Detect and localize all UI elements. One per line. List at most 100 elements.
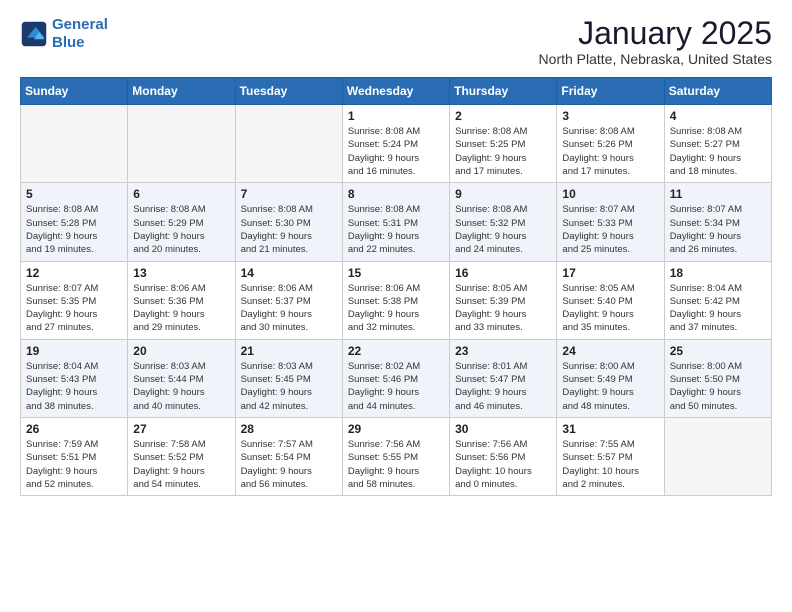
week-row-5: 26 Sunrise: 7:59 AM Sunset: 5:51 PM Dayli… [21,417,772,495]
day-info: Sunrise: 8:08 AM Sunset: 5:31 PM Dayligh… [348,203,444,256]
week-row-3: 12 Sunrise: 8:07 AM Sunset: 5:35 PM Dayli… [21,261,772,339]
day-number: 30 [455,422,551,436]
day-number: 7 [241,187,337,201]
day-info: Sunrise: 8:08 AM Sunset: 5:26 PM Dayligh… [562,125,658,178]
calendar-cell [235,105,342,183]
calendar-cell: 4 Sunrise: 8:08 AM Sunset: 5:27 PM Daylig… [664,105,771,183]
calendar-cell: 28 Sunrise: 7:57 AM Sunset: 5:54 PM Dayli… [235,417,342,495]
day-number: 26 [26,422,122,436]
calendar-cell [128,105,235,183]
calendar-cell: 24Sunrise: 8:00 AM Sunset: 5:49 PM Dayli… [557,339,664,417]
weekday-header-friday: Friday [557,78,664,105]
day-number: 21 [241,344,337,358]
day-info: Sunrise: 8:07 AM Sunset: 5:33 PM Dayligh… [562,203,658,256]
day-info: Sunrise: 8:08 AM Sunset: 5:28 PM Dayligh… [26,203,122,256]
logo-line1: General [52,16,108,33]
weekday-header-thursday: Thursday [450,78,557,105]
day-number: 22 [348,344,444,358]
day-info: Sunrise: 8:07 AM Sunset: 5:34 PM Dayligh… [670,203,766,256]
calendar-cell: 19 Sunrise: 8:04 AM Sunset: 5:43 PM Dayli… [21,339,128,417]
day-info: Sunrise: 8:08 AM Sunset: 5:30 PM Dayligh… [241,203,337,256]
day-number: 12 [26,266,122,280]
calendar-cell: 17Sunrise: 8:05 AM Sunset: 5:40 PM Dayli… [557,261,664,339]
calendar-cell: 1 Sunrise: 8:08 AM Sunset: 5:24 PM Daylig… [342,105,449,183]
calendar-cell [664,417,771,495]
day-number: 15 [348,266,444,280]
day-info: Sunrise: 8:00 AM Sunset: 5:50 PM Dayligh… [670,360,766,413]
calendar-cell [21,105,128,183]
weekday-header-wednesday: Wednesday [342,78,449,105]
calendar-cell: 9 Sunrise: 8:08 AM Sunset: 5:32 PM Daylig… [450,183,557,261]
day-number: 20 [133,344,229,358]
day-info: Sunrise: 7:59 AM Sunset: 5:51 PM Dayligh… [26,438,122,491]
logo: General Blue [20,16,108,52]
day-number: 17 [562,266,658,280]
day-info: Sunrise: 8:03 AM Sunset: 5:45 PM Dayligh… [241,360,337,413]
day-info: Sunrise: 8:08 AM Sunset: 5:25 PM Dayligh… [455,125,551,178]
day-number: 28 [241,422,337,436]
day-number: 19 [26,344,122,358]
week-row-4: 19 Sunrise: 8:04 AM Sunset: 5:43 PM Dayli… [21,339,772,417]
day-info: Sunrise: 8:08 AM Sunset: 5:32 PM Dayligh… [455,203,551,256]
calendar-cell: 14 Sunrise: 8:06 AM Sunset: 5:37 PM Dayli… [235,261,342,339]
calendar-cell: 25 Sunrise: 8:00 AM Sunset: 5:50 PM Dayli… [664,339,771,417]
day-number: 14 [241,266,337,280]
calendar-cell: 26 Sunrise: 7:59 AM Sunset: 5:51 PM Dayli… [21,417,128,495]
calendar-cell: 10 Sunrise: 8:07 AM Sunset: 5:33 PM Dayli… [557,183,664,261]
weekday-header-row: SundayMondayTuesdayWednesdayThursdayFrid… [21,78,772,105]
day-number: 29 [348,422,444,436]
day-number: 10 [562,187,658,201]
calendar-cell: 30 Sunrise: 7:56 AM Sunset: 5:56 PM Dayli… [450,417,557,495]
weekday-header-monday: Monday [128,78,235,105]
calendar-cell: 31Sunrise: 7:55 AM Sunset: 5:57 PM Dayli… [557,417,664,495]
logo-line2: Blue [52,34,85,51]
day-info: Sunrise: 8:08 AM Sunset: 5:29 PM Dayligh… [133,203,229,256]
day-info: Sunrise: 8:08 AM Sunset: 5:27 PM Dayligh… [670,125,766,178]
day-info: Sunrise: 8:02 AM Sunset: 5:46 PM Dayligh… [348,360,444,413]
calendar: SundayMondayTuesdayWednesdayThursdayFrid… [20,77,772,496]
day-info: Sunrise: 8:07 AM Sunset: 5:35 PM Dayligh… [26,282,122,335]
calendar-cell: 23Sunrise: 8:01 AM Sunset: 5:47 PM Dayli… [450,339,557,417]
day-number: 3 [562,109,658,123]
day-number: 25 [670,344,766,358]
day-number: 6 [133,187,229,201]
day-number: 18 [670,266,766,280]
day-number: 2 [455,109,551,123]
calendar-cell: 3 Sunrise: 8:08 AM Sunset: 5:26 PM Daylig… [557,105,664,183]
day-info: Sunrise: 7:57 AM Sunset: 5:54 PM Dayligh… [241,438,337,491]
day-number: 9 [455,187,551,201]
calendar-cell: 16Sunrise: 8:05 AM Sunset: 5:39 PM Dayli… [450,261,557,339]
day-number: 1 [348,109,444,123]
weekday-header-tuesday: Tuesday [235,78,342,105]
calendar-cell: 11 Sunrise: 8:07 AM Sunset: 5:34 PM Dayli… [664,183,771,261]
calendar-cell: 2 Sunrise: 8:08 AM Sunset: 5:25 PM Daylig… [450,105,557,183]
calendar-cell: 7 Sunrise: 8:08 AM Sunset: 5:30 PM Daylig… [235,183,342,261]
calendar-cell: 22 Sunrise: 8:02 AM Sunset: 5:46 PM Dayli… [342,339,449,417]
day-info: Sunrise: 8:04 AM Sunset: 5:42 PM Dayligh… [670,282,766,335]
day-number: 5 [26,187,122,201]
calendar-cell: 27Sunrise: 7:58 AM Sunset: 5:52 PM Dayli… [128,417,235,495]
day-info: Sunrise: 8:00 AM Sunset: 5:49 PM Dayligh… [562,360,658,413]
day-info: Sunrise: 8:04 AM Sunset: 5:43 PM Dayligh… [26,360,122,413]
day-info: Sunrise: 8:06 AM Sunset: 5:38 PM Dayligh… [348,282,444,335]
day-number: 11 [670,187,766,201]
week-row-2: 5 Sunrise: 8:08 AM Sunset: 5:28 PM Daylig… [21,183,772,261]
logo-text: General Blue [52,16,108,52]
day-number: 13 [133,266,229,280]
calendar-cell: 12 Sunrise: 8:07 AM Sunset: 5:35 PM Dayli… [21,261,128,339]
day-info: Sunrise: 8:08 AM Sunset: 5:24 PM Dayligh… [348,125,444,178]
calendar-cell: 20Sunrise: 8:03 AM Sunset: 5:44 PM Dayli… [128,339,235,417]
logo-icon [20,20,48,48]
day-info: Sunrise: 8:06 AM Sunset: 5:37 PM Dayligh… [241,282,337,335]
calendar-cell: 21 Sunrise: 8:03 AM Sunset: 5:45 PM Dayli… [235,339,342,417]
weekday-header-saturday: Saturday [664,78,771,105]
day-info: Sunrise: 7:56 AM Sunset: 5:56 PM Dayligh… [455,438,551,491]
weekday-header-sunday: Sunday [21,78,128,105]
calendar-cell: 13Sunrise: 8:06 AM Sunset: 5:36 PM Dayli… [128,261,235,339]
calendar-cell: 8Sunrise: 8:08 AM Sunset: 5:31 PM Daylig… [342,183,449,261]
calendar-cell: 18 Sunrise: 8:04 AM Sunset: 5:42 PM Dayli… [664,261,771,339]
day-info: Sunrise: 7:56 AM Sunset: 5:55 PM Dayligh… [348,438,444,491]
day-info: Sunrise: 7:55 AM Sunset: 5:57 PM Dayligh… [562,438,658,491]
day-number: 27 [133,422,229,436]
day-number: 4 [670,109,766,123]
